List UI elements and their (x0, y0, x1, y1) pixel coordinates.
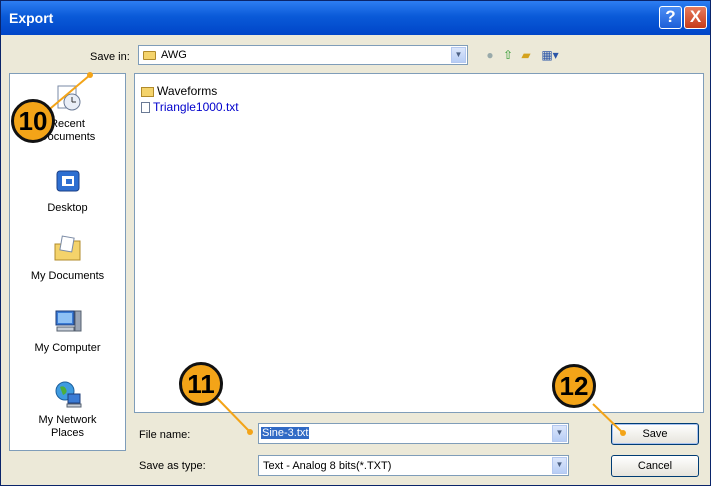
text-file-icon (141, 102, 150, 114)
save-in-label: Save in: (90, 51, 130, 63)
save-as-type-value: Text - Analog 8 bits(*.TXT) (263, 460, 392, 472)
close-button[interactable]: X (684, 6, 707, 29)
save-in-value: AWG (161, 49, 187, 61)
help-button[interactable]: ? (659, 6, 682, 29)
file-name-text: Waveforms (157, 84, 218, 98)
place-label: Desktop (47, 202, 88, 214)
folder-icon (143, 51, 156, 60)
file-name-value: Sine-3.txt (261, 427, 310, 439)
back-icon[interactable]: ● (481, 47, 499, 63)
save-in-combo[interactable]: AWG ▼ (138, 45, 468, 65)
save-button[interactable]: Save (611, 423, 699, 445)
up-folder-icon[interactable]: ⇧ (499, 47, 517, 63)
list-item[interactable]: Triangle1000.txt (141, 100, 239, 115)
export-dialog: Export ? X Save in: AWG ▼ ● ⇧ ▰ ▦▾ Recen… (0, 0, 711, 486)
new-folder-icon[interactable]: ▰ (517, 47, 535, 63)
place-label: My Network (38, 414, 97, 426)
cancel-button[interactable]: Cancel (611, 455, 699, 477)
place-my-documents[interactable]: My Documents (10, 234, 125, 283)
save-as-type-select[interactable]: Text - Analog 8 bits(*.TXT) ▼ (258, 455, 569, 476)
file-list[interactable]: Waveforms Triangle1000.txt (134, 73, 704, 413)
callout-10: 10 (11, 99, 55, 143)
file-name-label: File name: (139, 429, 191, 441)
dialog-title: Export (9, 10, 54, 26)
title-bar: Export ? X (1, 1, 710, 35)
my-documents-icon (54, 235, 80, 261)
file-name-text: Triangle1000.txt (153, 100, 239, 114)
desktop-icon (56, 170, 79, 192)
network-places-icon (55, 381, 81, 408)
file-name-input[interactable]: Sine-3.txt ▼ (258, 423, 569, 444)
place-label: My Documents (30, 270, 105, 282)
callout-12: 12 (552, 364, 596, 408)
chevron-down-icon[interactable]: ▼ (451, 47, 466, 63)
place-label: My Computer (34, 342, 101, 354)
place-my-network-places[interactable]: My Network Places (10, 378, 125, 440)
place-label: Places (50, 427, 85, 439)
views-menu-icon[interactable]: ▦▾ (537, 47, 563, 63)
place-desktop[interactable]: Desktop (10, 166, 125, 215)
chevron-down-icon[interactable]: ▼ (552, 457, 567, 474)
place-my-computer[interactable]: My Computer (10, 306, 125, 355)
list-item[interactable]: Waveforms (141, 84, 217, 99)
my-computer-icon (55, 310, 81, 332)
save-as-type-label: Save as type: (139, 460, 206, 472)
callout-11: 11 (179, 362, 223, 406)
chevron-down-icon[interactable]: ▼ (552, 425, 567, 442)
recent-documents-icon (57, 85, 80, 111)
folder-icon (141, 86, 154, 97)
